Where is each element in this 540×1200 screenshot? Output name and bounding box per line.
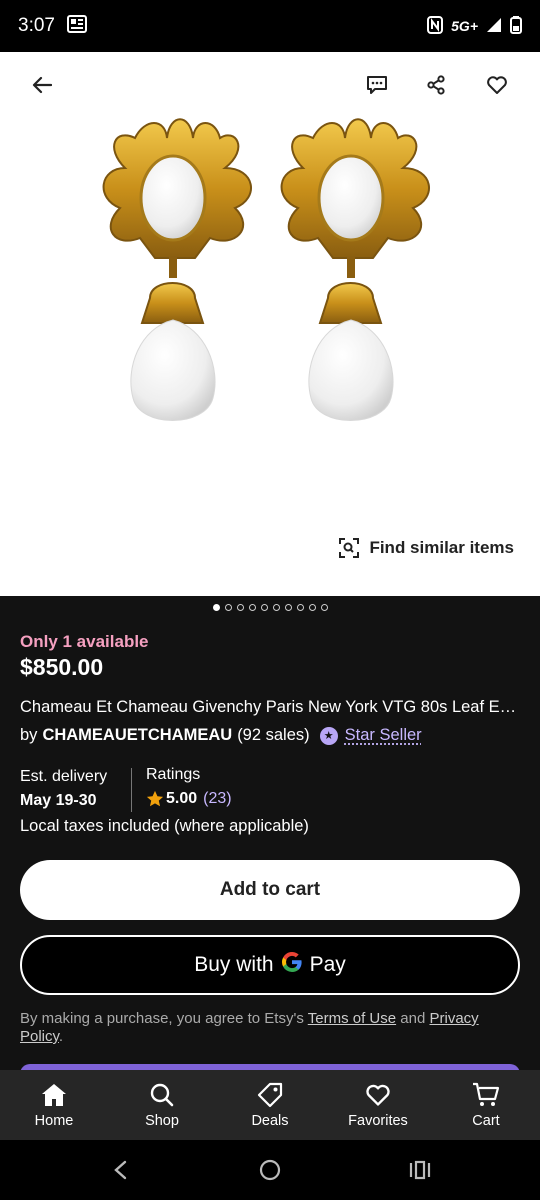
- carousel-dot[interactable]: [320, 604, 328, 611]
- nav-deals-label: Deals: [251, 1113, 289, 1129]
- add-to-cart-button[interactable]: Add to cart: [20, 860, 520, 920]
- arrow-left-icon: [32, 76, 52, 94]
- status-time: 3:07: [18, 15, 55, 36]
- delivery-dates: May 19-30: [20, 792, 97, 809]
- carousel-dot[interactable]: [260, 604, 268, 611]
- left-earring: [102, 118, 252, 421]
- seller-prefix: by: [20, 726, 38, 744]
- carousel-dot[interactable]: [236, 604, 244, 611]
- nav-favorites-label: Favorites: [348, 1113, 408, 1129]
- nav-cart-label: Cart: [472, 1113, 500, 1129]
- recents-icon: [409, 1160, 431, 1180]
- favorite-button[interactable]: [482, 70, 512, 100]
- nav-home-label: Home: [34, 1113, 74, 1129]
- nav-cart[interactable]: Cart: [432, 1070, 540, 1140]
- estimated-delivery: Est. delivery May 19-30: [20, 768, 132, 812]
- purchase-legal-text: By making a purchase, you agree to Etsy'…: [20, 1010, 525, 1046]
- legal-and: and: [396, 1010, 430, 1027]
- carousel-dot[interactable]: [248, 604, 256, 611]
- delivery-label: Est. delivery: [20, 768, 108, 785]
- legal-suffix: .: [58, 1028, 64, 1045]
- star-icon: [146, 790, 164, 807]
- bottom-navigation: Home Shop Deals Favorites Cart: [0, 1070, 540, 1140]
- nav-shop[interactable]: Shop: [108, 1070, 216, 1140]
- carousel-dot[interactable]: [224, 604, 232, 611]
- google-g-icon: [281, 951, 303, 979]
- chevron-left-icon: [114, 1160, 127, 1180]
- product-photo[interactable]: [95, 108, 445, 448]
- signal-icon: [486, 17, 502, 36]
- share-icon: [427, 75, 445, 95]
- carousel-dot[interactable]: [272, 604, 280, 611]
- home-icon: [40, 1081, 68, 1109]
- search-icon: [148, 1081, 176, 1109]
- ratings-count[interactable]: (23): [203, 790, 231, 808]
- status-bar: 3:07 5G+: [0, 0, 540, 52]
- message-icon: [367, 76, 387, 94]
- cart-icon: [472, 1081, 500, 1109]
- ratings-score: 5.00: [166, 790, 198, 807]
- share-button[interactable]: [421, 70, 451, 100]
- ratings-label: Ratings: [146, 766, 201, 783]
- nfc-icon: [427, 15, 444, 37]
- image-carousel-indicator[interactable]: [0, 604, 540, 611]
- heart-icon: [364, 1081, 392, 1109]
- nav-home[interactable]: Home: [0, 1070, 108, 1140]
- carousel-dot[interactable]: [212, 604, 220, 611]
- visual-search-icon: [339, 538, 360, 558]
- heart-icon: [487, 76, 507, 94]
- seller-name-link[interactable]: CHAMEAUETCHAMEAU: [42, 726, 232, 745]
- carousel-dot[interactable]: [296, 604, 304, 611]
- carousel-dot[interactable]: [308, 604, 316, 611]
- news-icon: [66, 14, 87, 38]
- network-type: 5G+: [451, 18, 478, 34]
- back-button[interactable]: [27, 70, 57, 100]
- gpay-pay-label: Pay: [309, 953, 346, 976]
- status-indicators: 5G+: [427, 15, 522, 37]
- system-navigation-bar: [0, 1140, 540, 1200]
- message-seller-button[interactable]: [362, 70, 392, 100]
- star-seller-icon: ★: [319, 726, 338, 745]
- taxes-note: Local taxes included (where applicable): [20, 817, 309, 835]
- system-back-button[interactable]: [106, 1156, 134, 1184]
- star-seller-badge[interactable]: Star Seller: [345, 726, 422, 745]
- terms-of-use-link[interactable]: Terms of Use: [308, 1010, 396, 1027]
- tag-icon: [256, 1081, 284, 1109]
- nav-favorites[interactable]: Favorites: [324, 1070, 432, 1140]
- system-home-button[interactable]: [256, 1156, 284, 1184]
- find-similar-button[interactable]: Find similar items: [339, 538, 514, 558]
- system-recents-button[interactable]: [406, 1156, 434, 1184]
- battery-icon: [510, 15, 522, 37]
- circle-home-icon: [259, 1159, 281, 1181]
- listing-title: Chameau Et Chameau Givenchy Paris New Yo…: [20, 698, 525, 716]
- right-earring: [280, 118, 430, 421]
- legal-prefix: By making a purchase, you agree to Etsy'…: [20, 1010, 308, 1027]
- nav-shop-label: Shop: [145, 1113, 179, 1129]
- stock-status: Only 1 available: [20, 632, 149, 651]
- find-similar-label: Find similar items: [369, 538, 514, 557]
- carousel-dot[interactable]: [284, 604, 292, 611]
- buy-with-gpay-button[interactable]: Buy with Pay: [20, 935, 520, 995]
- nav-deals[interactable]: Deals: [216, 1070, 324, 1140]
- seller-sales-count: (92 sales): [237, 726, 310, 744]
- buy-with-label: Buy with: [194, 953, 274, 976]
- price: $850.00: [20, 654, 104, 680]
- seller-info: by CHAMEAUETCHAMEAU (92 sales) ★ Star Se…: [20, 726, 422, 745]
- ratings-value[interactable]: 5.00 (23): [146, 790, 232, 808]
- ratings[interactable]: Ratings 5.00 (23): [146, 766, 232, 808]
